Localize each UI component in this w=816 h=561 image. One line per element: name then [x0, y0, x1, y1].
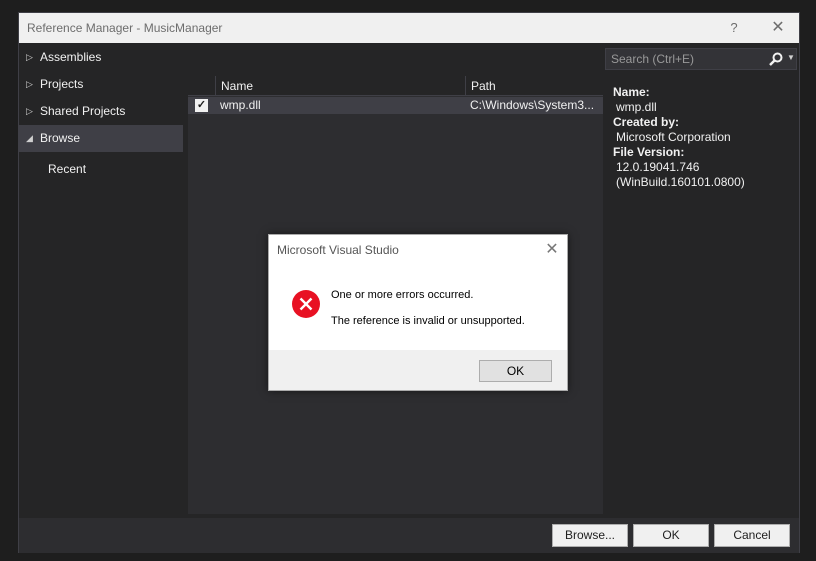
expand-triangle-icon[interactable]: ▷	[26, 71, 33, 98]
sidebar-item-assemblies[interactable]: ▷ Assemblies	[19, 44, 183, 71]
help-button[interactable]: ?	[719, 15, 749, 41]
list-header: Name Path	[188, 76, 603, 96]
expand-triangle-icon[interactable]: ▷	[26, 98, 33, 125]
name-label: Name:	[613, 85, 650, 99]
title-bar: Reference Manager - MusicManager ? ✕	[19, 13, 799, 43]
ok-button[interactable]: OK	[633, 524, 709, 547]
button-bar: Browse... OK Cancel	[19, 518, 799, 553]
browse-button[interactable]: Browse...	[552, 524, 628, 547]
sidebar-item-label: Projects	[40, 77, 84, 91]
search-options-dropdown-icon[interactable]: ▼	[787, 53, 795, 62]
sidebar-item-recent[interactable]: Recent	[19, 154, 183, 184]
sidebar-item-projects[interactable]: ▷ Projects	[19, 71, 183, 98]
name-value: wmp.dll	[616, 100, 657, 114]
window-title: Reference Manager - MusicManager	[27, 21, 223, 35]
error-icon	[292, 290, 320, 318]
table-row[interactable]: ✓ wmp.dll C:\Windows\System3...	[188, 97, 603, 114]
dialog-close-button[interactable]: ✕	[541, 239, 563, 261]
column-header-name[interactable]: Name	[215, 76, 465, 96]
dialog-title: Microsoft Visual Studio	[277, 243, 399, 257]
category-sidebar: ▷ Assemblies ▷ Projects ▷ Shared Project…	[19, 44, 183, 184]
error-dialog: Microsoft Visual Studio ✕ One or more er…	[268, 234, 568, 391]
sidebar-item-shared-projects[interactable]: ▷ Shared Projects	[19, 98, 183, 125]
search-icon[interactable]	[768, 51, 784, 67]
dialog-message: One or more errors occurred.	[331, 289, 474, 301]
collapse-triangle-icon[interactable]: ◢	[26, 125, 33, 152]
created-by-label: Created by:	[613, 115, 680, 129]
search-input[interactable]	[606, 49, 766, 69]
row-name: wmp.dll	[220, 98, 261, 112]
file-version-value: 12.0.19041.746	[616, 160, 700, 174]
dialog-footer: OK	[269, 350, 567, 390]
dialog-detail-message: The reference is invalid or unsupported.	[331, 315, 525, 327]
sidebar-item-label: Browse	[40, 131, 81, 145]
close-window-button[interactable]: ✕	[763, 15, 793, 41]
column-header-path[interactable]: Path	[465, 76, 603, 96]
include-checkbox[interactable]: ✓	[195, 99, 208, 112]
dialog-ok-button[interactable]: OK	[479, 360, 552, 382]
expand-triangle-icon[interactable]: ▷	[26, 44, 33, 71]
file-version-build: (WinBuild.160101.0800)	[616, 175, 745, 189]
sidebar-item-browse[interactable]: ◢ Browse	[19, 125, 183, 152]
search-box[interactable]: ▼	[605, 48, 797, 70]
created-by-value: Microsoft Corporation	[616, 130, 731, 144]
sidebar-item-label: Assemblies	[40, 50, 102, 64]
cancel-button[interactable]: Cancel	[714, 524, 790, 547]
details-panel: Name: wmp.dll Created by: Microsoft Corp…	[613, 85, 793, 190]
sidebar-item-label: Shared Projects	[40, 104, 126, 118]
file-version-label: File Version:	[613, 145, 685, 159]
row-path: C:\Windows\System3...	[470, 98, 595, 112]
